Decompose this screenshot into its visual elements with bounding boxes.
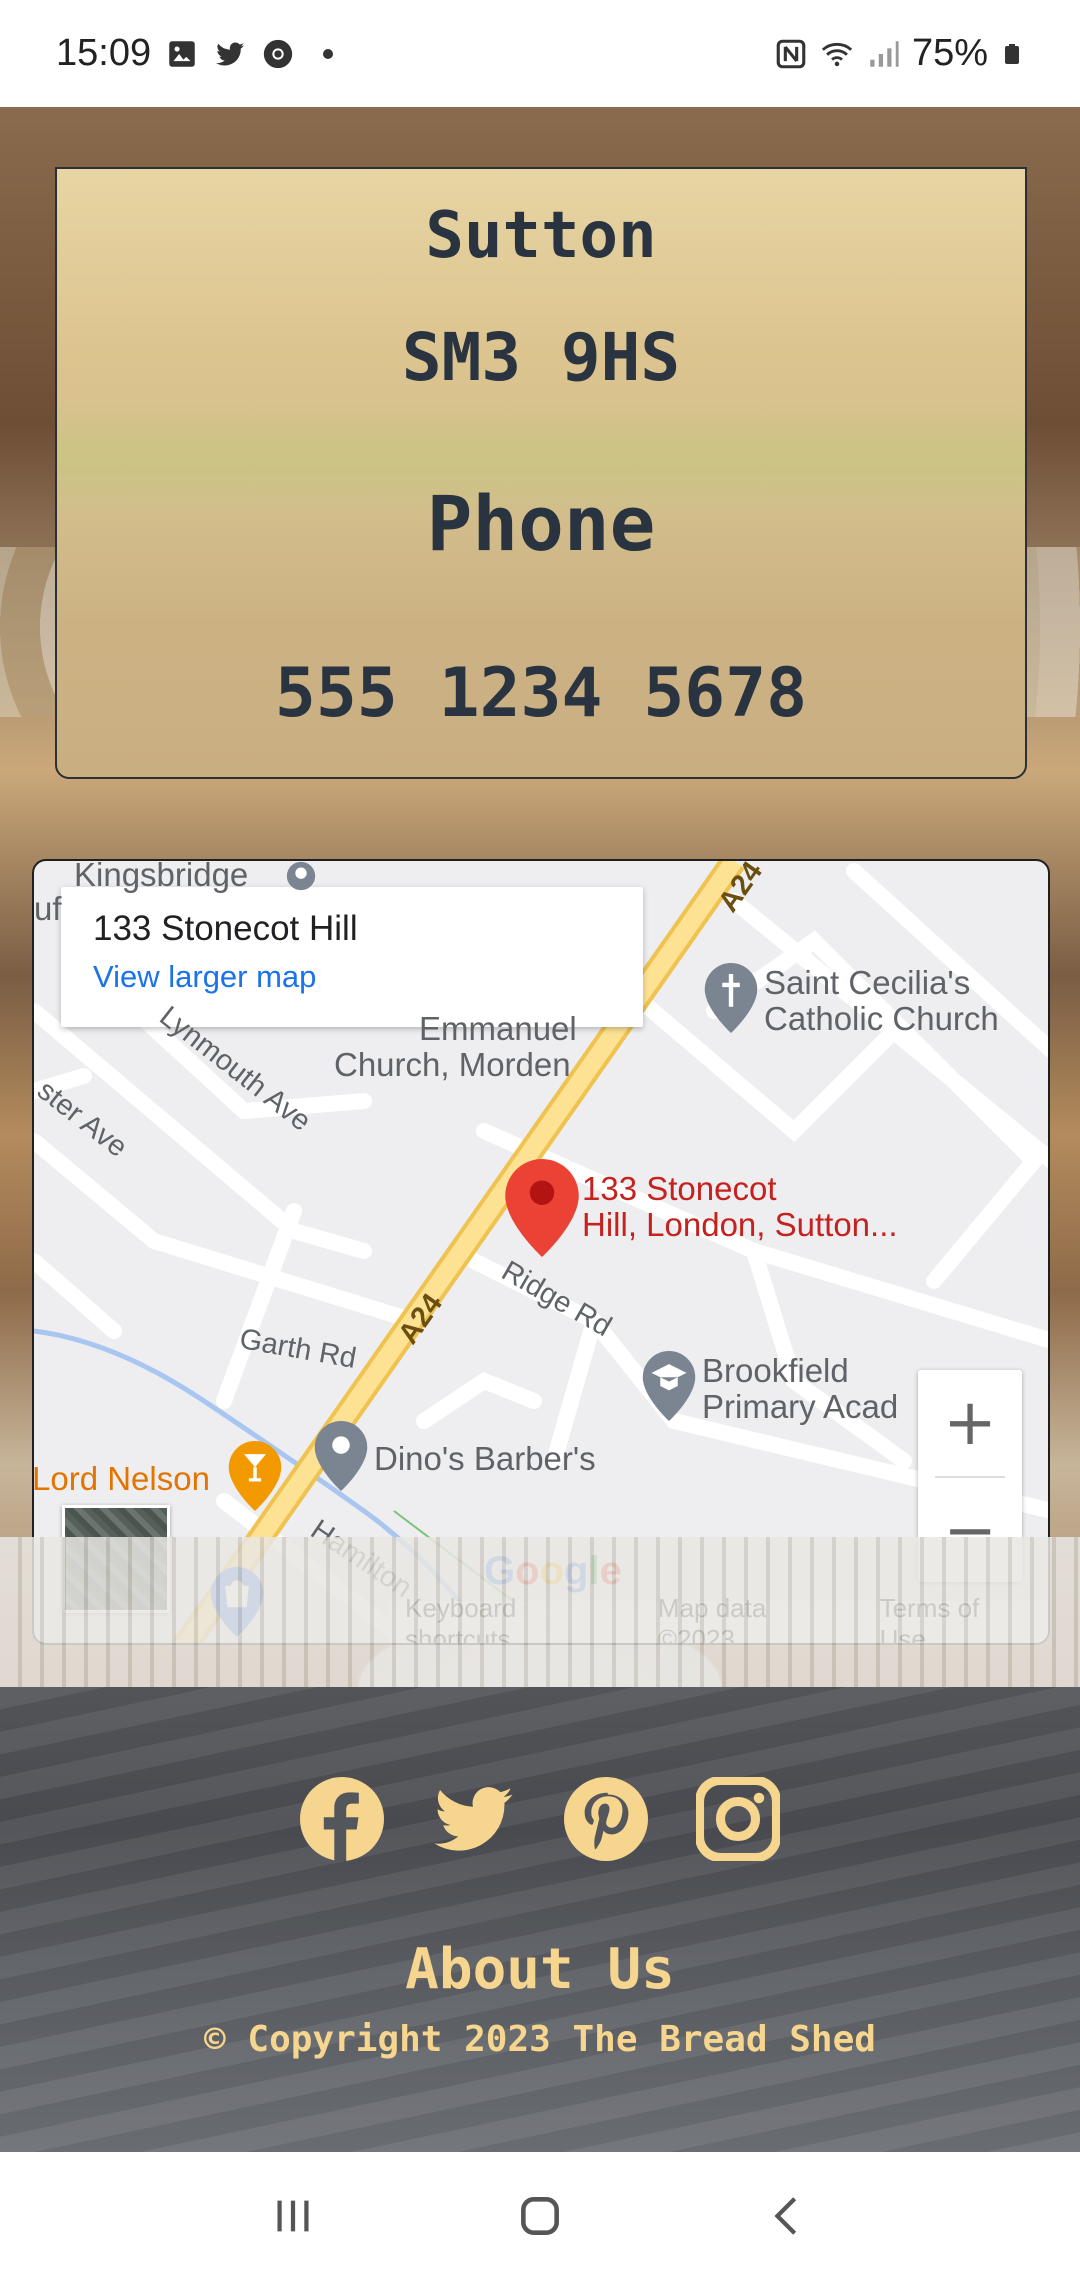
- recent-apps-icon[interactable]: [253, 2176, 333, 2256]
- sandwich-background-image: Sutton SM3 9HS Phone 555 1234 5678 133 S…: [0, 107, 1080, 1687]
- contact-card: Sutton SM3 9HS Phone 555 1234 5678: [55, 167, 1027, 779]
- map-label-lord-nelson: Lord Nelson: [32, 1460, 210, 1497]
- embedded-map[interactable]: 133 Stonecot Hill View larger map Kingsb…: [32, 859, 1050, 1645]
- location-pin-icon[interactable]: [504, 1159, 580, 1257]
- phone-number[interactable]: 555 1234 5678: [57, 654, 1025, 733]
- place-marker-icon: [286, 861, 316, 891]
- status-bar: 15:09 75%: [0, 0, 1080, 107]
- copyright-text: © Copyright 2023 The Bread Shed: [204, 2019, 876, 2060]
- shopping-marker-icon[interactable]: [210, 1567, 264, 1637]
- zoom-out-button[interactable]: −: [918, 1478, 1022, 1584]
- battery-icon: [1005, 43, 1019, 64]
- about-us-link[interactable]: About Us: [0, 1937, 1080, 2002]
- map-label-pin-address: 133 Stonecot: [582, 1170, 777, 1207]
- keyboard-shortcuts-link[interactable]: Keyboard shortcuts: [405, 1593, 628, 1643]
- facebook-icon[interactable]: [300, 1777, 384, 1861]
- church-marker-icon[interactable]: [704, 963, 758, 1033]
- map-label-dinos-barbers: Dino's Barber's: [374, 1440, 596, 1477]
- phone-heading: Phone: [426, 479, 656, 568]
- map-label-saint-cecilia: Saint Cecilia's: [764, 964, 971, 1001]
- map-label-catholic-church: Catholic Church: [764, 1000, 999, 1037]
- terms-of-use-link[interactable]: Terms of Use: [880, 1593, 1032, 1643]
- social-links: [0, 1777, 1080, 1861]
- dot-icon: [323, 48, 334, 59]
- pinterest-icon[interactable]: [564, 1777, 648, 1861]
- chrome-icon: [263, 39, 293, 68]
- satellite-view-toggle[interactable]: [62, 1505, 170, 1613]
- map-label-primary-acad: Primary Acad: [702, 1388, 899, 1425]
- contact-city: Sutton: [425, 199, 657, 273]
- zoom-in-button[interactable]: +: [918, 1370, 1022, 1476]
- map-zoom-controls: + −: [918, 1370, 1022, 1582]
- google-logo: Google: [484, 1549, 622, 1593]
- school-marker-icon[interactable]: [642, 1351, 696, 1421]
- map-place-title: 133 Stonecot Hill: [93, 909, 358, 948]
- battery-percent: 75%: [911, 32, 988, 74]
- signal-icon: [870, 40, 899, 67]
- system-navigation-bar: [0, 2152, 1080, 2280]
- map-label-uf: uf: [34, 890, 62, 927]
- map-label-kingsbridge: Kingsbridge: [74, 859, 249, 893]
- wifi-icon: [821, 42, 853, 66]
- instagram-icon[interactable]: [696, 1777, 780, 1861]
- gallery-icon: [169, 40, 195, 67]
- map-label-emmanuel: Emmanuel: [419, 1010, 577, 1047]
- contact-postcode: SM3 9HS: [401, 319, 681, 396]
- status-time: 15:09: [56, 32, 152, 74]
- twitter-icon[interactable]: [432, 1777, 516, 1861]
- map-footer-bar: Keyboard shortcuts Map data ©2023 Terms …: [389, 1593, 1048, 1643]
- bar-marker-icon[interactable]: [228, 1441, 282, 1511]
- site-footer: About Us © Copyright 2023 The Bread Shed: [0, 1687, 1080, 2152]
- nfc-icon: [776, 39, 806, 68]
- map-label-brookfield: Brookfield: [702, 1352, 849, 1389]
- map-label-emmanuel-church: Church, Morden: [334, 1046, 571, 1083]
- map-info-box: 133 Stonecot Hill View larger map: [61, 887, 643, 1027]
- home-icon[interactable]: [500, 2176, 580, 2256]
- view-larger-map-link[interactable]: View larger map: [93, 959, 611, 995]
- barber-marker-icon[interactable]: [314, 1421, 368, 1491]
- twitter-icon: [215, 41, 245, 66]
- map-label-pin-address-2: Hill, London, Sutton...: [582, 1206, 898, 1243]
- back-icon[interactable]: [747, 2176, 827, 2256]
- map-data-attribution: Map data ©2023: [657, 1593, 767, 1645]
